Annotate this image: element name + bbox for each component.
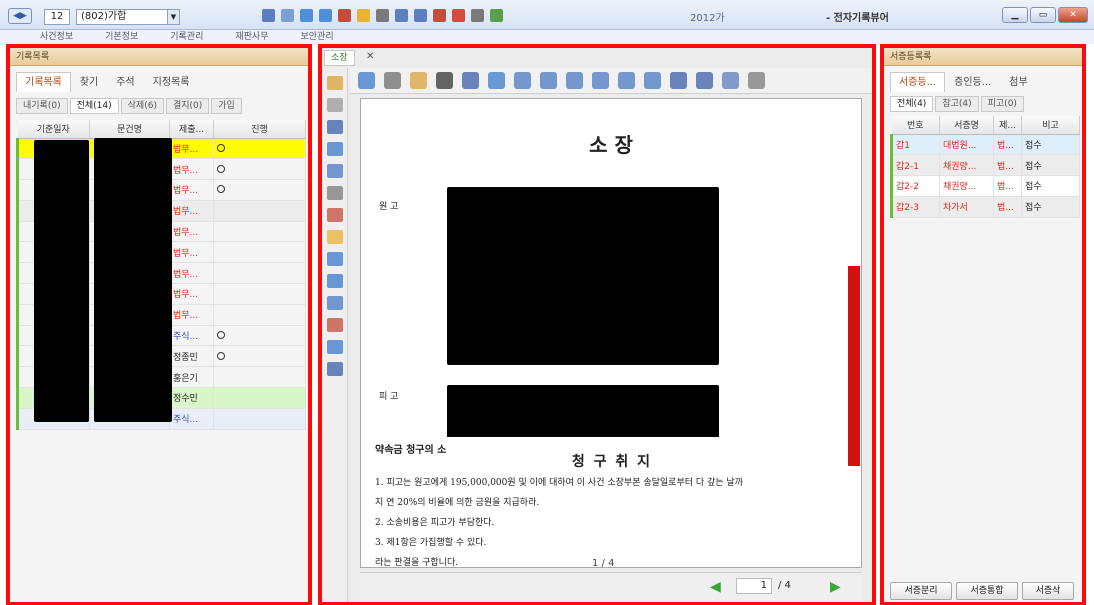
toolbar-tool-icon[interactable] <box>319 9 332 22</box>
menu-item-case-info[interactable]: 사건정보 <box>40 30 73 44</box>
toolbar-tool-icon[interactable] <box>300 9 313 22</box>
record-number-field[interactable]: 12 <box>44 9 70 25</box>
title-bar: ◀▶ 12 (802)가합 ▼ 2012가 - 전자기록뷰어 ▁ ▭ ✕ <box>0 0 1094 30</box>
toolbar-tool-icon[interactable] <box>281 9 294 22</box>
highlight-frame-left <box>6 44 312 605</box>
toolbar-tool-icon[interactable] <box>357 9 370 22</box>
menu-item-trial[interactable]: 재판사무 <box>235 30 268 44</box>
toolbar-tool-icon[interactable] <box>452 9 465 22</box>
menu-item-basic-info[interactable]: 기본정보 <box>105 30 138 44</box>
close-icon[interactable]: ✕ <box>1058 7 1088 23</box>
chevron-down-icon[interactable]: ▼ <box>167 10 179 24</box>
toolbar-tool-icon[interactable] <box>433 9 446 22</box>
toolbar-tool-icon[interactable] <box>376 9 389 22</box>
toolbar-tool-icon[interactable] <box>395 9 408 22</box>
maximize-icon[interactable]: ▭ <box>1030 7 1056 23</box>
window-controls: ▁ ▭ ✕ <box>1002 7 1088 23</box>
title-toolbar <box>262 9 503 22</box>
toolbar-tool-icon[interactable] <box>338 9 351 22</box>
app-title: - 전자기록뷰어 <box>826 13 889 24</box>
menu-item-security[interactable]: 보안관리 <box>301 30 334 44</box>
case-type-value: (802)가합 <box>81 11 127 22</box>
back-icon[interactable]: ◀▶ <box>8 8 32 24</box>
highlight-frame-right <box>880 44 1086 605</box>
case-type-select[interactable]: (802)가합 ▼ <box>76 9 180 25</box>
toolbar-tool-icon[interactable] <box>490 9 503 22</box>
menu-bar: 사건정보 기본정보 기록관리 재판사무 보안관리 <box>0 30 1094 44</box>
minimize-icon[interactable]: ▁ <box>1002 7 1028 23</box>
toolbar-tool-icon[interactable] <box>414 9 427 22</box>
menu-item-record-mgmt[interactable]: 기록관리 <box>170 30 203 44</box>
case-year: 2012가 <box>690 13 725 24</box>
toolbar-tool-icon[interactable] <box>262 9 275 22</box>
highlight-frame-center <box>318 44 876 605</box>
toolbar-tool-icon[interactable] <box>471 9 484 22</box>
